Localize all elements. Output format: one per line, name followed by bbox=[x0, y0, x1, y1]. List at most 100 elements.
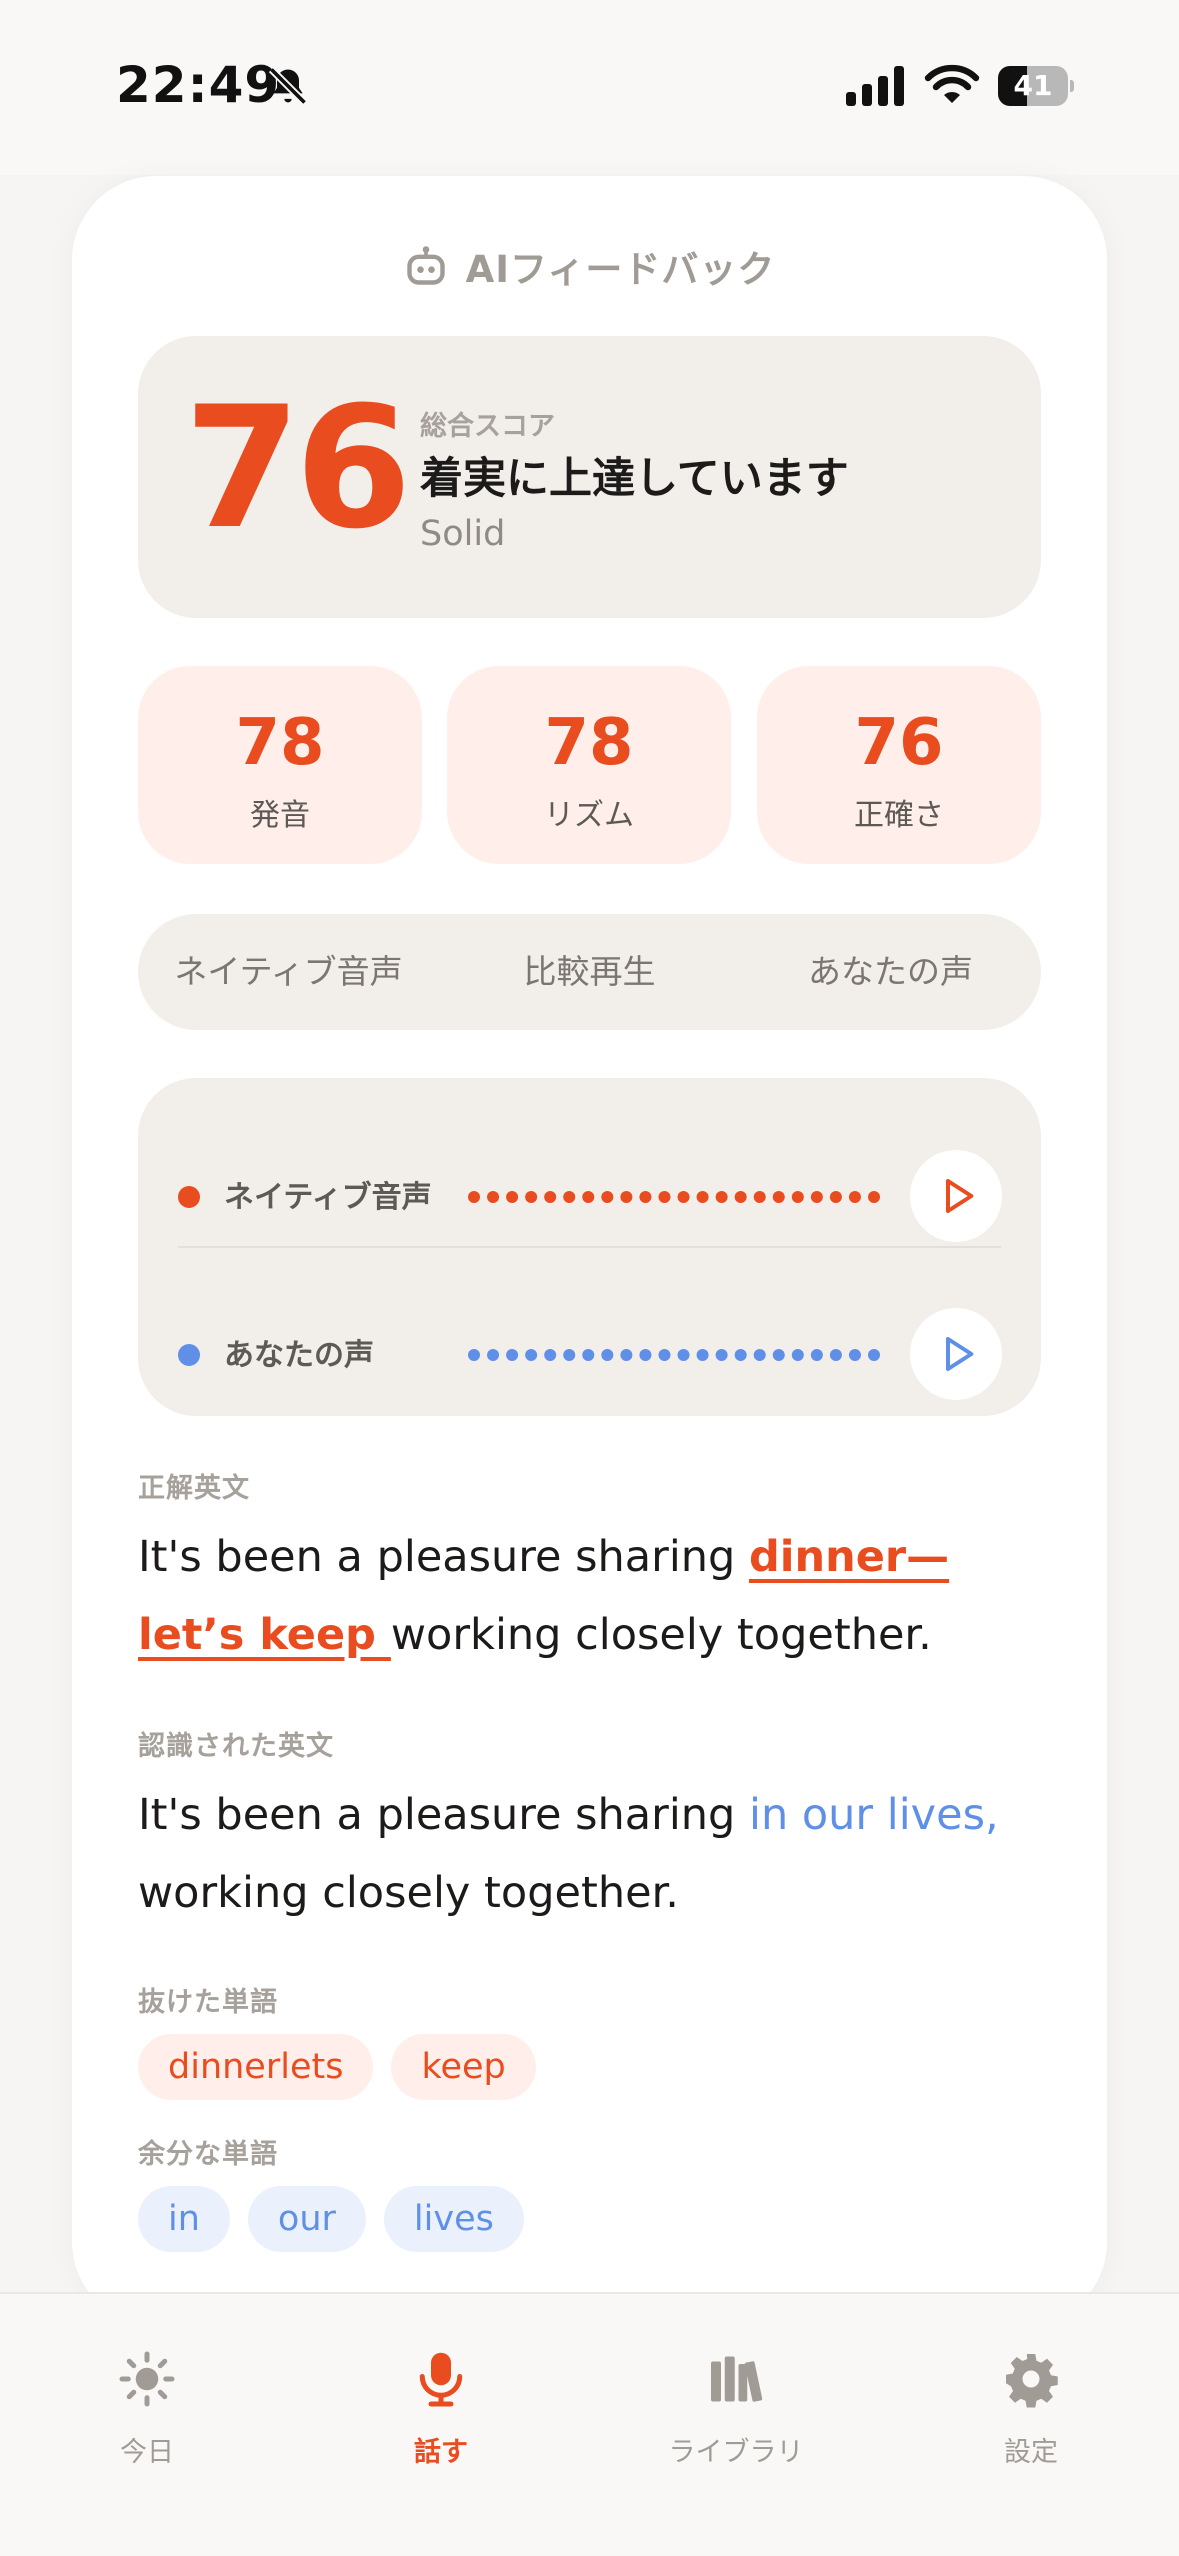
segment-compare-playback[interactable]: 比較再生 bbox=[439, 914, 740, 1030]
waveform-dot bbox=[582, 1191, 595, 1203]
recognized-after: working closely together. bbox=[138, 1868, 679, 1918]
waveform-dot bbox=[506, 1191, 519, 1203]
tab-settings[interactable]: 設定 bbox=[884, 2294, 1178, 2494]
waveform-dot bbox=[734, 1349, 747, 1361]
waveform-dot bbox=[487, 1349, 500, 1361]
native-audio-label: ネイティブ音声 bbox=[224, 1180, 432, 1215]
waveform-dot bbox=[639, 1191, 652, 1203]
segment-native-audio[interactable]: ネイティブ音声 bbox=[138, 914, 439, 1030]
tab-speak[interactable]: 話す bbox=[294, 2294, 588, 2494]
waveform-dot bbox=[772, 1349, 785, 1361]
extra-words-label: 余分な単語 bbox=[138, 2139, 278, 2170]
playback-mode-segmented-control: ネイティブ音声 比較再生 あなたの声 bbox=[138, 914, 1041, 1030]
tab-bar: 今日 話す ライブラリ 設定 bbox=[0, 2292, 1179, 2556]
native-dot bbox=[178, 1186, 200, 1208]
waveform-dot bbox=[791, 1349, 804, 1361]
your-voice-play-button[interactable] bbox=[910, 1308, 1002, 1400]
waveform-dot bbox=[772, 1191, 785, 1203]
waveform-dot bbox=[829, 1191, 842, 1203]
recognized-sentence-label: 認識された英文 bbox=[138, 1731, 334, 1762]
tab-label: 話す bbox=[414, 2437, 468, 2468]
waveform-dot bbox=[677, 1191, 690, 1203]
recognized-sentence: It's been a pleasure sharing in our live… bbox=[138, 1776, 1041, 1932]
your-voice-label: あなたの声 bbox=[224, 1338, 374, 1373]
microphone-icon bbox=[419, 2352, 463, 2407]
missing-word-chip: keep bbox=[391, 2034, 536, 2100]
metric-pronunciation: 78 発音 bbox=[138, 666, 422, 864]
player-divider bbox=[178, 1246, 1001, 1248]
waveform-dot bbox=[848, 1191, 861, 1203]
battery-level: 41 bbox=[1013, 69, 1053, 102]
overall-score-label: 総合スコア bbox=[420, 411, 555, 442]
your-voice-row: あなたの声 bbox=[138, 1304, 1041, 1404]
metric-label: 正確さ bbox=[854, 798, 944, 833]
extra-word-chip: lives bbox=[383, 2186, 524, 2252]
waveform-dot bbox=[696, 1191, 709, 1203]
waveform-dot bbox=[601, 1349, 614, 1361]
waveform-dot bbox=[677, 1349, 690, 1361]
waveform-dot bbox=[868, 1191, 880, 1203]
tab-library[interactable]: ライブラリ bbox=[589, 2294, 883, 2494]
waveform-dot bbox=[563, 1191, 576, 1203]
tab-label: 今日 bbox=[120, 2437, 174, 2468]
waveform-dot bbox=[810, 1349, 823, 1361]
waveform-dot bbox=[810, 1191, 823, 1203]
waveform-dot bbox=[544, 1349, 557, 1361]
missing-word-chip: dinnerlets bbox=[138, 2034, 374, 2100]
segment-your-voice[interactable]: あなたの声 bbox=[740, 914, 1041, 1030]
tab-today[interactable]: 今日 bbox=[0, 2294, 294, 2494]
waveform-dot bbox=[525, 1191, 538, 1203]
missing-words-chips: dinnerlets keep bbox=[138, 2034, 536, 2100]
waveform-dot bbox=[639, 1349, 652, 1361]
your-voice-dot bbox=[178, 1344, 200, 1366]
native-waveform bbox=[468, 1191, 880, 1203]
feedback-card: AIフィードバック 76 総合スコア 着実に上達しています Solid 78 発… bbox=[72, 176, 1107, 2326]
waveform-dot bbox=[563, 1349, 576, 1361]
recognized-extra-highlight: in our lives, bbox=[749, 1790, 999, 1840]
waveform-dot bbox=[620, 1349, 633, 1361]
metric-value: 78 bbox=[235, 706, 325, 780]
status-time: 22:49 bbox=[116, 56, 281, 114]
score-message: 着実に上達しています bbox=[420, 454, 849, 504]
waveform-dot bbox=[848, 1349, 861, 1361]
correct-sentence-label: 正解英文 bbox=[138, 1473, 250, 1504]
waveform-dot bbox=[829, 1349, 842, 1361]
waveform-dot bbox=[734, 1191, 747, 1203]
battery-indicator: 41 bbox=[998, 66, 1074, 106]
extra-word-chip: in bbox=[138, 2186, 230, 2252]
gear-icon bbox=[1006, 2354, 1058, 2408]
signal-icon bbox=[846, 66, 904, 106]
extra-word-chip: our bbox=[247, 2186, 366, 2252]
play-icon bbox=[946, 1337, 974, 1371]
native-play-button[interactable] bbox=[910, 1150, 1002, 1242]
waveform-dot bbox=[753, 1191, 766, 1203]
waveform-dot bbox=[601, 1191, 614, 1203]
waveform-dot bbox=[791, 1191, 804, 1203]
recognized-before: It's been a pleasure sharing bbox=[138, 1790, 749, 1840]
waveform-dot bbox=[753, 1349, 766, 1361]
library-icon bbox=[711, 2356, 763, 2402]
correct-before: It's been a pleasure sharing bbox=[138, 1532, 749, 1582]
robot-icon bbox=[406, 246, 445, 285]
tab-label: ライブラリ bbox=[668, 2437, 804, 2468]
audio-player: ネイティブ音声 あなたの声 bbox=[138, 1078, 1041, 1416]
correct-sentence: It's been a pleasure sharing dinner—let’… bbox=[138, 1518, 1041, 1674]
waveform-dot bbox=[525, 1349, 538, 1361]
waveform-dot bbox=[506, 1349, 519, 1361]
missing-words-label: 抜けた単語 bbox=[138, 1987, 278, 2018]
your-voice-waveform bbox=[468, 1349, 880, 1361]
tab-label: 設定 bbox=[1004, 2437, 1058, 2468]
native-audio-row: ネイティブ音声 bbox=[138, 1146, 1041, 1246]
wifi-icon bbox=[924, 64, 980, 103]
metric-accuracy: 76 正確さ bbox=[757, 666, 1041, 864]
waveform-dot bbox=[468, 1191, 480, 1203]
play-icon bbox=[946, 1179, 974, 1213]
waveform-dot bbox=[544, 1191, 557, 1203]
score-sublabel: Solid bbox=[420, 514, 506, 554]
waveform-dot bbox=[468, 1349, 480, 1361]
card-title: AIフィードバック bbox=[465, 248, 776, 291]
metric-label: リズム bbox=[544, 798, 634, 833]
waveform-dot bbox=[582, 1349, 595, 1361]
card-header: AIフィードバック bbox=[72, 236, 1107, 296]
waveform-dot bbox=[715, 1191, 728, 1203]
